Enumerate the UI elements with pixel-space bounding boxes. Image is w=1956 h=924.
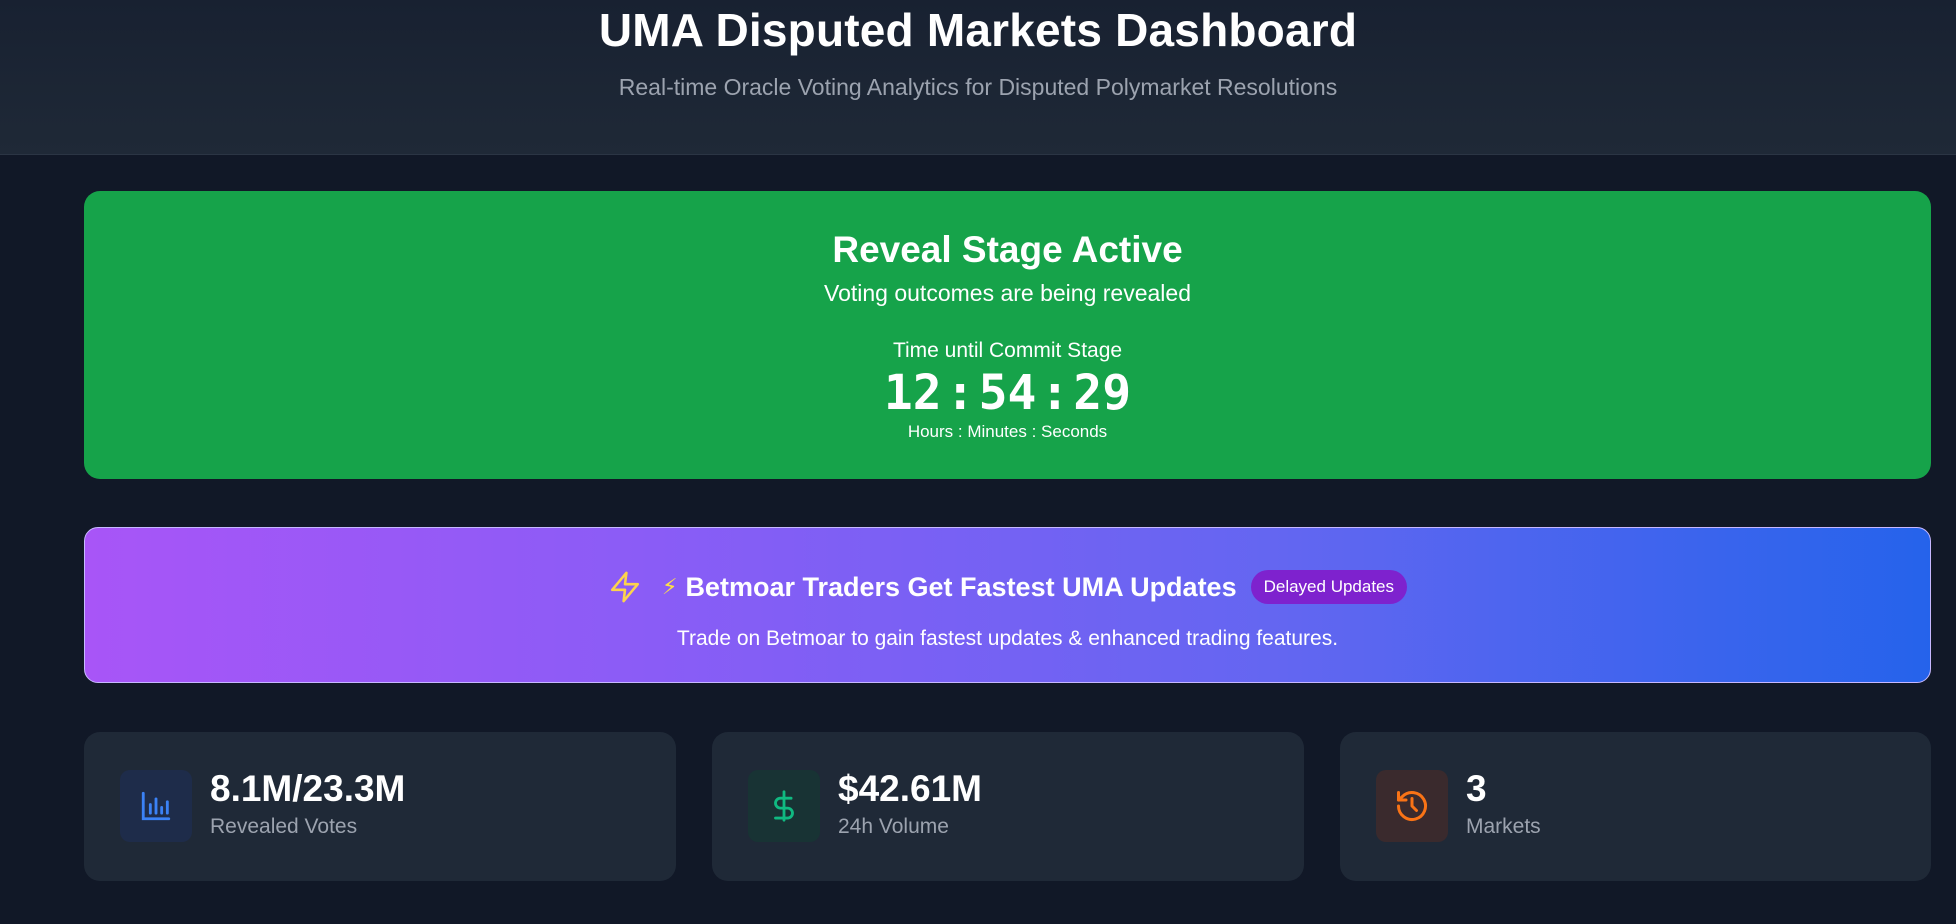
promo-text: Trade on Betmoar to gain fastest updates… bbox=[676, 627, 1339, 650]
dollar-icon bbox=[748, 770, 820, 842]
stage-status-banner: Reveal Stage Active Voting outcomes are … bbox=[84, 191, 1931, 479]
betmoar-promo-banner[interactable]: ⚡ Betmoar Traders Get Fastest UMA Update… bbox=[84, 527, 1931, 683]
markets-value: 3 bbox=[1466, 768, 1487, 809]
stage-description: Voting outcomes are being revealed bbox=[824, 280, 1191, 306]
page-header: UMA Disputed Markets Dashboard Real-time… bbox=[0, 0, 1956, 155]
stage-title: Reveal Stage Active bbox=[832, 229, 1183, 270]
lightning-emoji: ⚡ bbox=[661, 574, 678, 599]
volume-label: 24h Volume bbox=[838, 815, 949, 838]
revealed-votes-value: 8.1M/23.3M bbox=[210, 768, 406, 809]
countdown-label: Time until Commit Stage bbox=[892, 339, 1123, 362]
page-subtitle: Real-time Oracle Voting Analytics for Di… bbox=[618, 74, 1338, 100]
stat-card-24h-volume: $42.61M 24h Volume bbox=[712, 732, 1304, 881]
stat-card-revealed-votes: 8.1M/23.3M Revealed Votes bbox=[84, 732, 676, 881]
page-title: UMA Disputed Markets Dashboard bbox=[598, 4, 1358, 56]
stat-card-markets: 3 Markets bbox=[1340, 732, 1931, 881]
promo-title: Betmoar Traders Get Fastest UMA Updates bbox=[685, 571, 1237, 602]
countdown-units: Hours : Minutes : Seconds bbox=[907, 422, 1108, 441]
countdown-hours: 12 bbox=[883, 365, 942, 421]
countdown-separator: : bbox=[945, 365, 975, 421]
delayed-updates-badge: Delayed Updates bbox=[1250, 570, 1408, 604]
markets-label: Markets bbox=[1466, 815, 1541, 838]
countdown-seconds: 29 bbox=[1073, 365, 1132, 421]
volume-value: $42.61M bbox=[838, 768, 982, 809]
countdown-separator: : bbox=[1040, 365, 1070, 421]
revealed-votes-label: Revealed Votes bbox=[210, 815, 358, 838]
countdown-minutes: 54 bbox=[978, 365, 1037, 421]
countdown-timer: 12:54:29 bbox=[84, 363, 1931, 423]
lightning-bolt-icon bbox=[608, 568, 642, 606]
bar-chart-icon bbox=[120, 770, 192, 842]
history-icon bbox=[1376, 770, 1448, 842]
